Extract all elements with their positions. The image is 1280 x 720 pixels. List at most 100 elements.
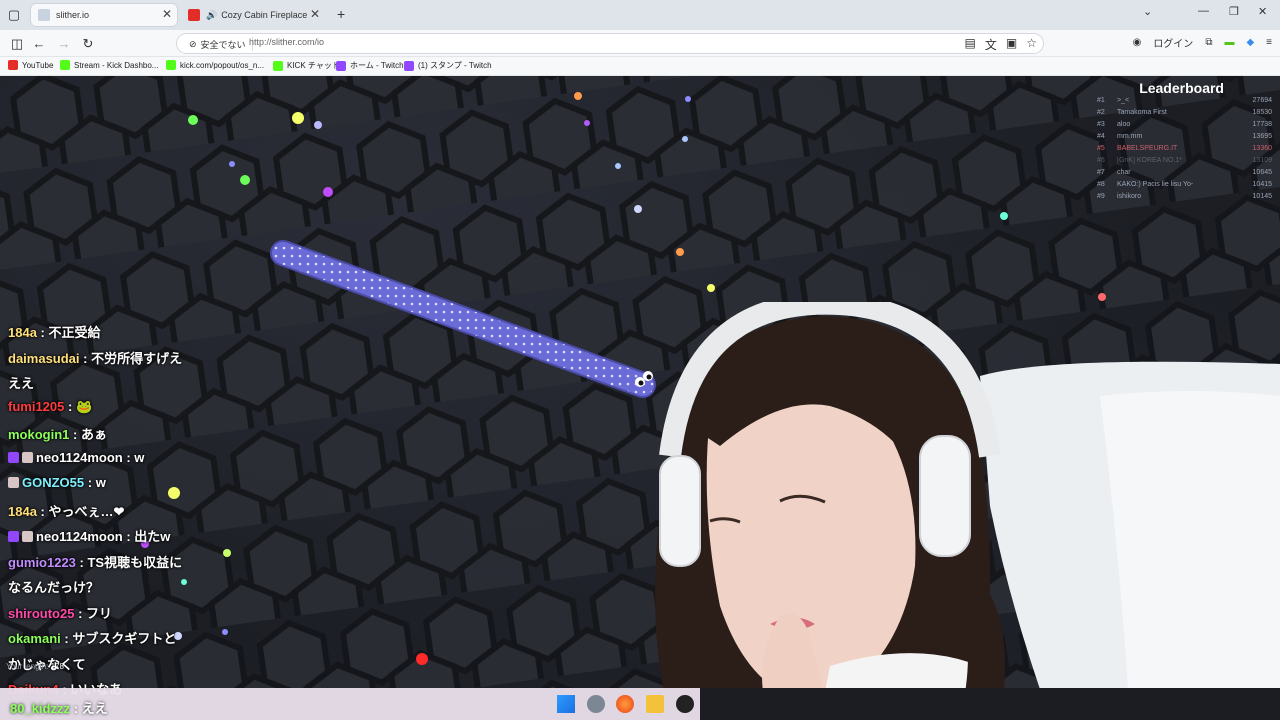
webcam-overlay	[655, 302, 1280, 688]
kick-icon	[166, 60, 176, 70]
leaderboard-score: 10645	[1252, 169, 1272, 176]
extension-icon[interactable]: ▣	[1006, 36, 1017, 53]
leaderboard-rank: #7	[1097, 169, 1105, 176]
leaderboard-rank: #8	[1097, 181, 1105, 188]
leaderboard-row: #8 KAKO:) Pacis lie lisu Yo- 10415	[1097, 181, 1272, 188]
leaderboard-score: 13695	[1252, 133, 1272, 140]
leaderboard-row: #3 aloo 17738	[1097, 121, 1272, 128]
copilot-icon[interactable]: ◆	[1246, 37, 1254, 48]
chat-username: 80_kidzzz	[10, 701, 70, 716]
game-canvas[interactable]: Leaderboard #1 >_< 27694 #2 Tamakoma First 18…	[0, 76, 1280, 688]
chat-separator: :	[122, 449, 135, 465]
leaderboard-rank: #5	[1097, 145, 1105, 152]
address-bar[interactable]: ⊘ 安全でない http://slither.com/io ▤ 文 ▣ ☆	[176, 33, 1044, 54]
chat-username: okamani	[8, 631, 61, 646]
leaderboard-rank: #1	[1097, 97, 1105, 104]
new-tab-button[interactable]: +	[337, 6, 345, 22]
badge-icon	[22, 531, 33, 542]
navigation-bar: ◫ ← → ↻ ⊘ 安全でない http://slither.com/io ▤ …	[0, 30, 1280, 57]
chat-separator: :	[79, 350, 92, 366]
bookmark-twitch-home[interactable]: ホーム - Twitch	[336, 60, 404, 71]
leaderboard-title: Leaderboard	[1139, 80, 1224, 96]
file-explorer-icon[interactable]	[646, 695, 664, 713]
chat-username: gumio1223	[8, 554, 76, 570]
leaderboard-score: 17738	[1252, 121, 1272, 128]
leaderboard-row: #4 mm.mm 13695	[1097, 133, 1272, 140]
reload-button[interactable]: ↻	[80, 36, 96, 52]
chat-text: TS視聴も収益に	[87, 554, 183, 570]
security-indicator[interactable]: ⊘ 安全でない	[183, 37, 253, 51]
login-label[interactable]: ログイン	[1153, 35, 1193, 50]
url-text[interactable]: http://slither.com/io	[249, 37, 324, 47]
github-icon[interactable]	[676, 695, 694, 713]
chat-text: 不労所得すげえ	[91, 350, 183, 366]
bookmark-youtube[interactable]: YouTube	[8, 60, 53, 70]
chat-message: 80_kidzzz : ええ	[10, 701, 108, 716]
leaderboard-row: #7 char 10645	[1097, 169, 1272, 176]
badge-icon	[8, 477, 19, 488]
leaderboard-name: mm.mm	[1117, 133, 1143, 140]
sub-badge-icon	[8, 531, 19, 542]
tab-label: slither.io	[56, 10, 90, 20]
tab-actions-icon[interactable]: ▢	[6, 7, 22, 23]
close-icon[interactable]: ✕	[310, 7, 320, 21]
chat-message: 184a : やっべぇ…❤	[8, 501, 124, 520]
leaderboard-rank: #3	[1097, 121, 1105, 128]
tab-slither[interactable]: slither.io ✕	[30, 3, 178, 27]
leaderboard-row: #1 >_< 27694	[1097, 97, 1272, 104]
chat-message: neo1124moon : 出たw	[8, 526, 170, 545]
menu-icon[interactable]: ≡	[1266, 37, 1272, 48]
chat-message: GONZO55 : w	[8, 475, 106, 490]
favorite-star-icon[interactable]: ☆	[1026, 36, 1037, 53]
not-secure-icon: ⊘	[189, 38, 197, 49]
forward-button[interactable]: →	[56, 36, 72, 52]
chat-username: neo1124moon	[36, 529, 123, 544]
reader-mode-icon[interactable]: ▤	[965, 36, 976, 53]
chat-text: w	[95, 475, 106, 490]
close-icon[interactable]: ✕	[162, 7, 172, 21]
chat-text: ええ	[8, 376, 35, 391]
firefox-icon[interactable]	[616, 695, 634, 713]
leaderboard-row: #2 Tamakoma First 18530	[1097, 109, 1272, 116]
chat-text: サブスクギフトと	[72, 631, 177, 646]
chat-username: fumi1205	[8, 398, 65, 414]
your-length: Your length: 178	[6, 662, 64, 671]
leaderboard-score: 13360	[1252, 145, 1272, 152]
chat-message: mokogin1 : あぁ	[8, 424, 107, 443]
tab-cozy-cabin[interactable]: 🔊 Cozy Cabin Fireplace 24 ✕	[180, 3, 326, 27]
close-window-button[interactable]: ✕	[1258, 5, 1267, 18]
chat-separator: :	[69, 427, 81, 442]
speaker-icon[interactable]: 🔊	[206, 10, 217, 21]
leaderboard-score: 13109	[1252, 157, 1272, 164]
chevron-down-icon[interactable]: ⌄	[1143, 5, 1152, 18]
chat-text: ええ	[81, 701, 108, 716]
translate-icon[interactable]: 文	[985, 36, 997, 53]
battery-icon[interactable]: ▬	[1224, 37, 1234, 48]
chat-message: gumio1223 : TS視聴も収益に	[8, 552, 182, 571]
bookmark-kick-chat[interactable]: KICK チャット	[273, 60, 340, 71]
bookmark-kick-dashboard[interactable]: Stream - Kick Dashbo...	[60, 60, 158, 70]
leaderboard-name: char	[1117, 169, 1131, 176]
leaderboard-score: 10415	[1252, 181, 1272, 188]
back-button[interactable]: ←	[31, 36, 47, 52]
chat-message: なるんだっけ？	[8, 577, 99, 596]
bookmark-kick-popout[interactable]: kick.com/popout/os_n...	[166, 60, 264, 70]
chat-username: daimasudai	[8, 350, 80, 366]
chat-message: ええ	[8, 373, 34, 392]
extensions-icon[interactable]: ⧉	[1205, 37, 1212, 48]
kick-icon	[60, 60, 70, 70]
restore-button[interactable]: ❐	[1229, 5, 1239, 18]
leaderboard-name: ishikoro	[1117, 193, 1142, 200]
settings-icon[interactable]	[587, 695, 605, 713]
leaderboard-rank: #4	[1097, 133, 1105, 140]
minimize-button[interactable]: —	[1198, 5, 1209, 17]
sidebar-icon[interactable]: ◫	[9, 36, 25, 52]
chat-username: neo1124moon	[36, 449, 123, 465]
leaderboard-name: >_<	[1117, 97, 1130, 104]
chat-message: shirouto25 : フリ	[8, 603, 112, 622]
chat-text: 出たw	[134, 529, 171, 544]
chat-username: mokogin1	[8, 427, 70, 442]
bookmark-twitch-stamps[interactable]: (1) スタンプ - Twitch	[404, 60, 492, 71]
profile-icon[interactable]: ◉	[1133, 37, 1142, 48]
windows-start-icon[interactable]	[557, 695, 575, 713]
